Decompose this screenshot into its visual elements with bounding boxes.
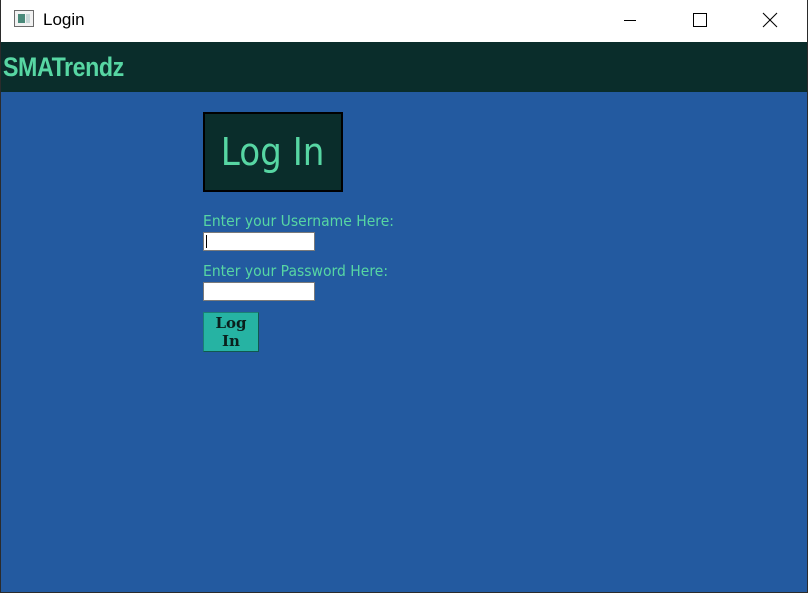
maximize-icon <box>693 13 707 27</box>
window-title: Login <box>43 10 85 29</box>
password-label: Enter your Password Here: <box>203 262 389 280</box>
username-label: Enter your Username Here: <box>203 212 395 230</box>
login-window: Login SMATrendz Log In Enter your Userna… <box>0 0 808 593</box>
login-form-area: SMATrendz Log In Enter your Username Her… <box>1 42 807 592</box>
username-input[interactable] <box>203 232 315 251</box>
app-window-icon <box>14 10 34 27</box>
text-caret <box>206 235 207 248</box>
password-input[interactable] <box>203 282 315 301</box>
maximize-button[interactable] <box>677 0 723 40</box>
page-title: Log In <box>221 130 325 174</box>
login-button[interactable]: Log In <box>203 312 259 352</box>
minimize-icon <box>624 20 636 21</box>
minimize-button[interactable] <box>607 0 653 40</box>
close-icon <box>762 12 778 28</box>
brand-logo-text: SMATrendz <box>3 52 124 82</box>
title-bar[interactable]: Login <box>1 0 807 42</box>
brand-header: SMATrendz <box>1 42 807 92</box>
close-button[interactable] <box>747 0 793 40</box>
login-heading-box: Log In <box>203 112 343 192</box>
